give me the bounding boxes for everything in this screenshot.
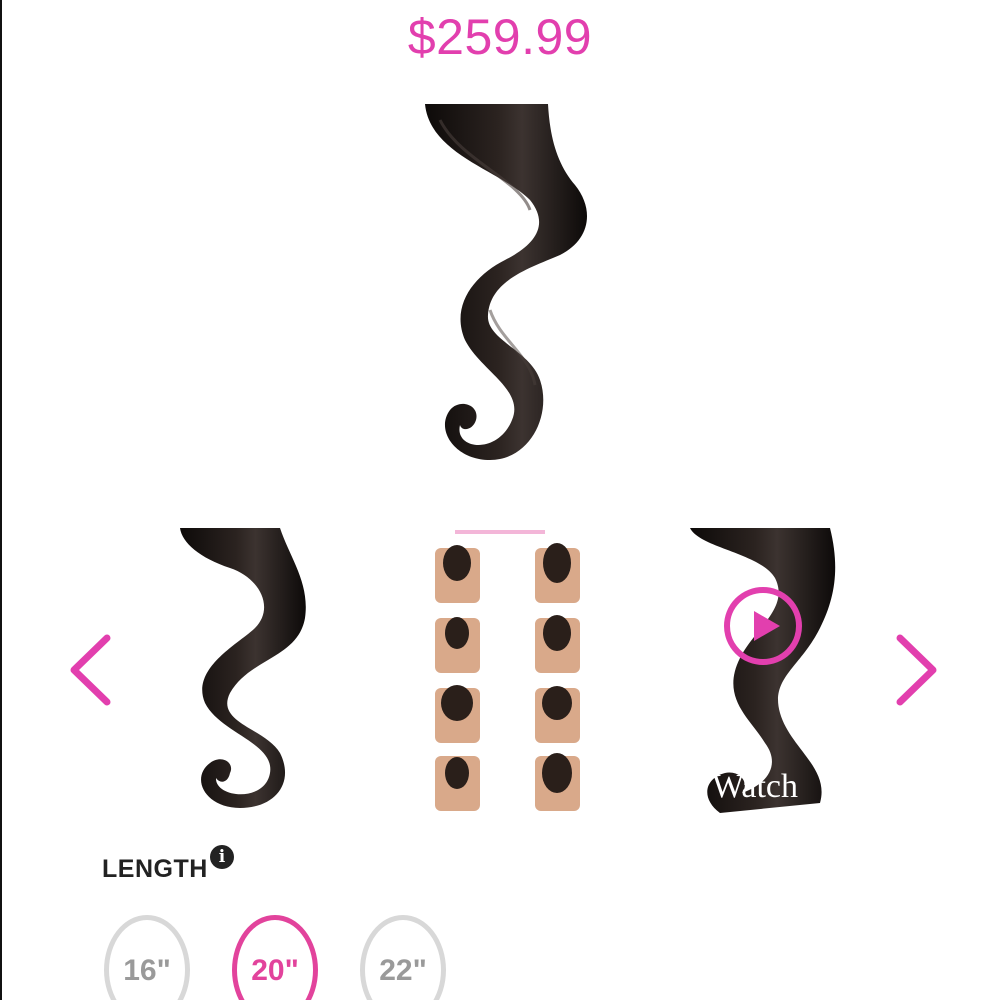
main-product-image [425, 104, 587, 460]
product-price: $259.99 [407, 9, 593, 65]
length-label: LENGTH [102, 855, 208, 883]
hair-extension-wave-thumbnail[interactable] [170, 528, 320, 813]
info-icon[interactable]: i [210, 845, 234, 869]
length-option-20-selected[interactable]: 20" [232, 915, 318, 1000]
length-option-16[interactable]: 16" [104, 915, 190, 1000]
chevron-right-icon[interactable] [885, 630, 945, 710]
product-page: $259.99 Watch LENGTH i 16" 20" 22" [0, 0, 1000, 1000]
chevron-left-icon[interactable] [62, 630, 122, 710]
application-steps-thumbnail[interactable] [405, 528, 600, 813]
hair-wave-icon [180, 528, 306, 808]
steps-grid-icon [435, 530, 580, 811]
window-border [0, 0, 2, 1000]
video-watch-label: Watch [712, 768, 798, 805]
play-icon[interactable] [722, 585, 804, 667]
length-option-22[interactable]: 22" [360, 915, 446, 1000]
